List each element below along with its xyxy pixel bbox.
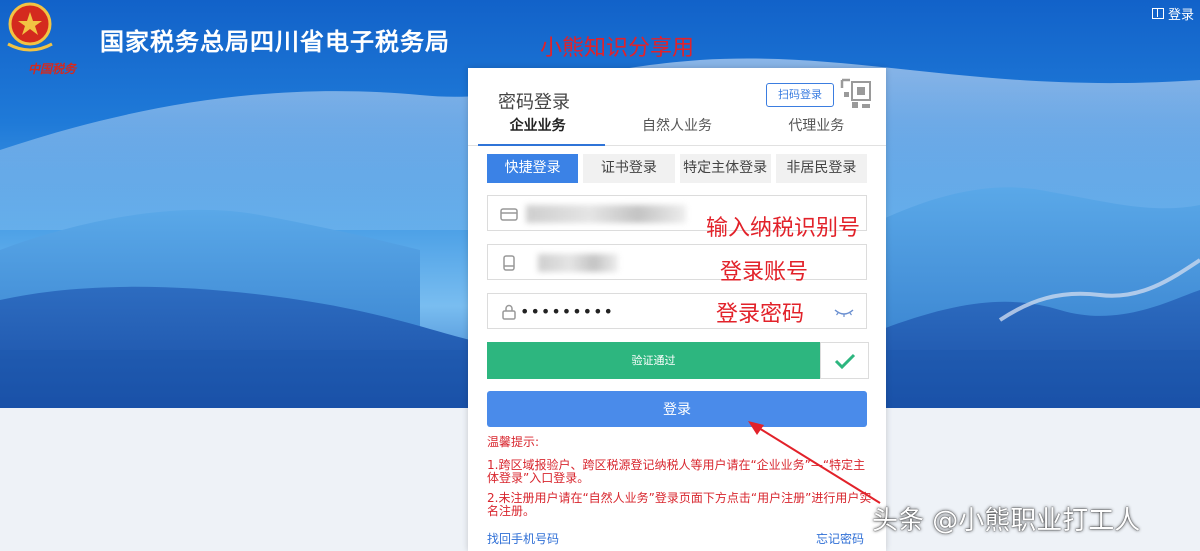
watermark-text: 小熊知识分享用 [540, 36, 695, 61]
verify-handle[interactable] [820, 342, 869, 379]
qr-code-icon[interactable] [840, 78, 874, 112]
lock-icon [502, 304, 516, 320]
redacted-taxpayer-id [526, 205, 686, 223]
retrieve-phone-link[interactable]: 找回手机号码 [487, 530, 559, 547]
id-card-icon [500, 208, 518, 221]
watermark-bottom: 头条 @小熊职业打工人 [872, 506, 1141, 536]
scan-login-button[interactable]: 扫码登录 [766, 83, 834, 107]
login-icon [1151, 8, 1164, 19]
annotation-account: 登录账号 [720, 260, 809, 285]
subtab-specific-entity-login[interactable]: 特定主体登录 [679, 154, 771, 183]
redacted-account [538, 254, 618, 272]
check-icon [834, 353, 855, 369]
captcha-slider[interactable]: 验证通过 [487, 342, 869, 379]
tab-individual[interactable]: 自然人业务 [607, 114, 746, 145]
subtab-quick-login[interactable]: 快捷登录 [487, 154, 579, 183]
password-value: ••••••••• [520, 302, 614, 321]
tab-agent[interactable]: 代理业务 [747, 114, 886, 145]
annotation-taxpayer-id: 输入纳税识别号 [706, 216, 861, 241]
red-arrow-annotation [748, 421, 881, 504]
site-title: 国家税务总局四川省电子税务局 [100, 28, 450, 56]
emblem-signature: 中国税务 [28, 62, 77, 76]
verify-status-bar: 验证通过 [487, 342, 820, 379]
top-login-link[interactable]: 登录 [1151, 4, 1194, 23]
tab-enterprise[interactable]: 企业业务 [468, 114, 607, 146]
account-field[interactable] [487, 244, 867, 280]
panel-title: 密码登录 [498, 92, 570, 113]
top-login-label: 登录 [1167, 8, 1194, 23]
forgot-password-link[interactable]: 忘记密码 [816, 530, 864, 547]
password-field[interactable]: ••••••••• [487, 293, 867, 329]
subtab-non-resident-login[interactable]: 非居民登录 [775, 154, 867, 183]
business-tabs: 企业业务 自然人业务 代理业务 [468, 114, 886, 146]
login-method-tabs: 快捷登录 证书登录 特定主体登录 非居民登录 [487, 154, 867, 183]
tax-emblem-icon [7, 2, 53, 52]
subtab-certificate-login[interactable]: 证书登录 [583, 154, 675, 183]
phone-icon [503, 255, 515, 271]
annotation-password: 登录密码 [716, 302, 805, 327]
eye-closed-icon[interactable] [834, 305, 854, 319]
